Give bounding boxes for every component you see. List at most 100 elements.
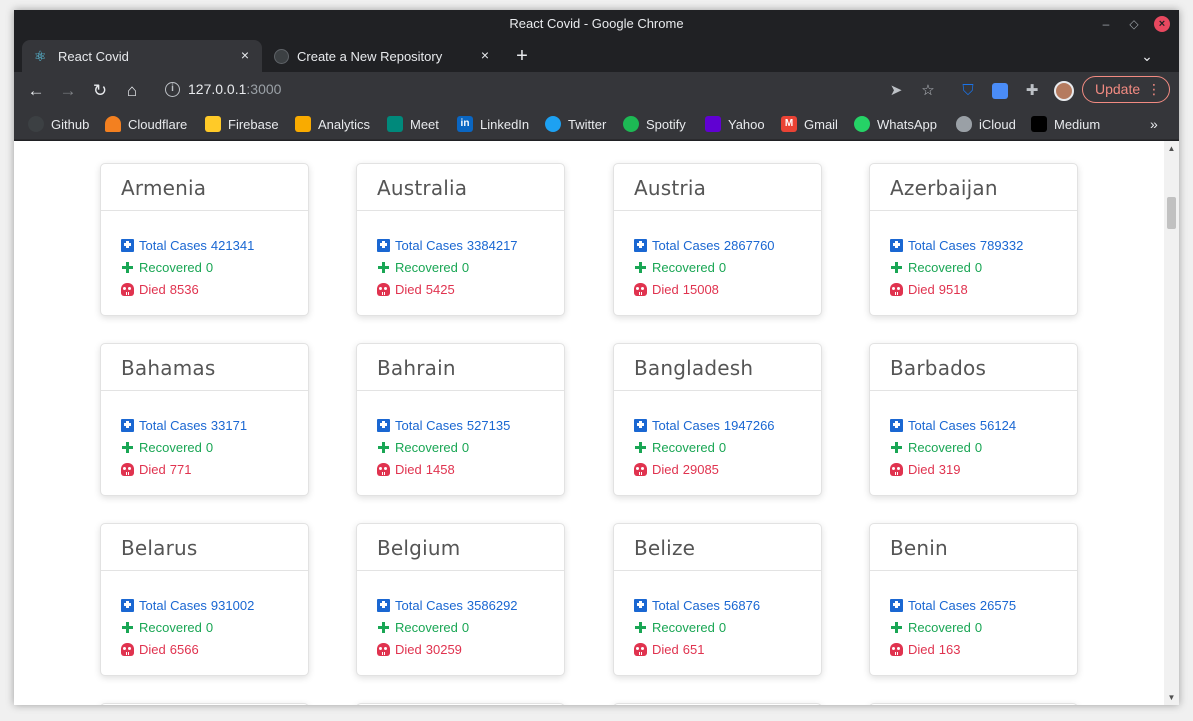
window-title: React Covid - Google Chrome [509,16,684,31]
more-bookmarks-chevron-icon[interactable]: » [1150,115,1158,133]
close-tab-icon[interactable]: × [236,46,254,64]
send-icon[interactable]: ➤ [886,81,906,101]
bookmark-spotify[interactable]: Spotify [623,115,686,133]
bookmark-firebase[interactable]: Firebase [205,115,279,133]
bookmark-yahoo[interactable]: Yahoo [705,115,765,133]
total-cases-value: 56124 [979,417,1017,433]
total-cases-row: Total Cases 2867760 [634,234,821,256]
recovered-row: Recovered 0 [634,616,821,638]
recovered-value: 0 [205,259,214,275]
skull-icon [121,462,134,476]
country-card: Belarus Total Cases 931002 Recovered 0 Died 65… [100,523,309,676]
bookmark-analytics[interactable]: Analytics [295,115,370,133]
home-icon[interactable]: ⌂ [121,80,143,102]
extension-board-icon[interactable] [990,81,1010,101]
total-cases-value: 26575 [979,597,1017,613]
card-body: Total Cases 527135 Recovered 0 Died 1458 [357,391,564,480]
recovered-row: Recovered 0 [121,256,308,278]
country-card-partial [100,703,309,705]
bookmark-label: Yahoo [728,116,765,132]
plus-icon [890,441,903,454]
update-button[interactable]: Update ⋮ [1082,76,1170,103]
died-row: Died 9518 [890,278,1077,300]
bookmark-label: Medium [1054,116,1101,132]
country-card: Barbados Total Cases 56124 Recovered 0 Died 31… [869,343,1078,496]
total-cases-label: Total Cases [652,597,720,613]
whatsapp-icon [854,116,870,132]
restore-icon[interactable]: ◇ [1126,16,1142,32]
bookmark-meet[interactable]: Meet [387,115,439,133]
cloudflare-icon [105,116,121,132]
forward-icon[interactable]: → [57,80,79,102]
died-value: 1458 [425,461,455,477]
minimize-icon[interactable]: – [1098,16,1114,32]
skull-icon [121,642,134,656]
country-card: Benin Total Cases 26575 Recovered 0 Died 163 [869,523,1078,676]
extensions-puzzle-icon[interactable]: ✚ [1022,81,1042,101]
died-value: 651 [682,641,705,657]
tab-react-covid[interactable]: ⚛ React Covid × [22,40,262,72]
hospital-icon [121,598,134,612]
country-name: Bangladesh [614,344,821,391]
tab-search-chevron-icon[interactable]: ⌄ [1136,45,1158,67]
close-tab-icon[interactable]: × [476,46,494,64]
address-bar[interactable]: i 127.0.0.1:3000 [159,76,949,104]
skull-icon [634,282,647,296]
profile-avatar[interactable] [1054,81,1074,101]
bookmark-label: Gmail [804,116,838,132]
country-card: Azerbaijan Total Cases 789332 Recovered 0 Die… [869,163,1078,316]
recovered-label: Recovered [395,619,458,635]
total-cases-label: Total Cases [652,237,720,253]
recovered-value: 0 [461,619,470,635]
url-text[interactable]: 127.0.0.1:3000 [188,81,281,97]
country-name: Bahamas [101,344,308,391]
close-window-icon[interactable]: × [1154,16,1170,32]
reload-icon[interactable]: ↻ [89,80,111,102]
total-cases-row: Total Cases 33171 [121,414,308,436]
bookmark-linkedin[interactable]: in LinkedIn [457,115,529,133]
bookmark-github[interactable]: Github [28,115,89,133]
site-info-icon[interactable]: i [165,82,180,97]
bookmark-twitter[interactable]: Twitter [545,115,606,133]
died-label: Died [652,281,679,297]
extension-shield-icon[interactable]: ⛉ [958,81,978,101]
died-row: Died 15008 [634,278,821,300]
recovered-value: 0 [718,259,727,275]
recovered-value: 0 [461,439,470,455]
vertical-scrollbar[interactable]: ▲ ▼ [1164,141,1179,705]
total-cases-row: Total Cases 789332 [890,234,1077,256]
firebase-icon [205,116,221,132]
bookmark-gmail[interactable]: M Gmail [781,115,838,133]
apple-icon [956,116,972,132]
plus-icon [890,621,903,634]
total-cases-label: Total Cases [908,597,976,613]
country-card-partial [869,703,1078,705]
died-label: Died [395,281,422,297]
bookmark-whatsapp[interactable]: WhatsApp [854,115,937,133]
bookmark-medium[interactable]: Medium [1031,115,1100,133]
bookmark-cloudflare[interactable]: Cloudflare [105,115,187,133]
new-tab-icon[interactable]: + [511,45,533,67]
bookmark-star-icon[interactable]: ☆ [918,81,938,101]
back-icon[interactable]: ← [25,80,47,102]
plus-icon [121,441,134,454]
analytics-icon [295,116,311,132]
github-icon [274,49,289,64]
tab-create-repository[interactable]: Create a New Repository × [264,40,499,72]
scroll-up-icon[interactable]: ▲ [1167,144,1176,153]
hospital-icon [121,238,134,252]
died-value: 771 [169,461,192,477]
scrollbar-thumb[interactable] [1167,197,1176,229]
menu-dots-icon[interactable]: ⋮ [1147,77,1161,102]
recovered-row: Recovered 0 [121,616,308,638]
scroll-down-icon[interactable]: ▼ [1167,693,1176,702]
bookmark-label: Analytics [318,116,371,132]
total-cases-value: 3586292 [466,597,518,613]
total-cases-row: Total Cases 56124 [890,414,1077,436]
twitter-icon [545,116,561,132]
plus-icon [634,441,647,454]
bookmark-icloud[interactable]: iCloud [956,115,1016,133]
skull-icon [634,462,647,476]
recovered-label: Recovered [652,439,715,455]
toolbar: ← → ↻ ⌂ i 127.0.0.1:3000 ➤ ☆ ⛉ ✚ Update ⋮ [14,72,1179,108]
